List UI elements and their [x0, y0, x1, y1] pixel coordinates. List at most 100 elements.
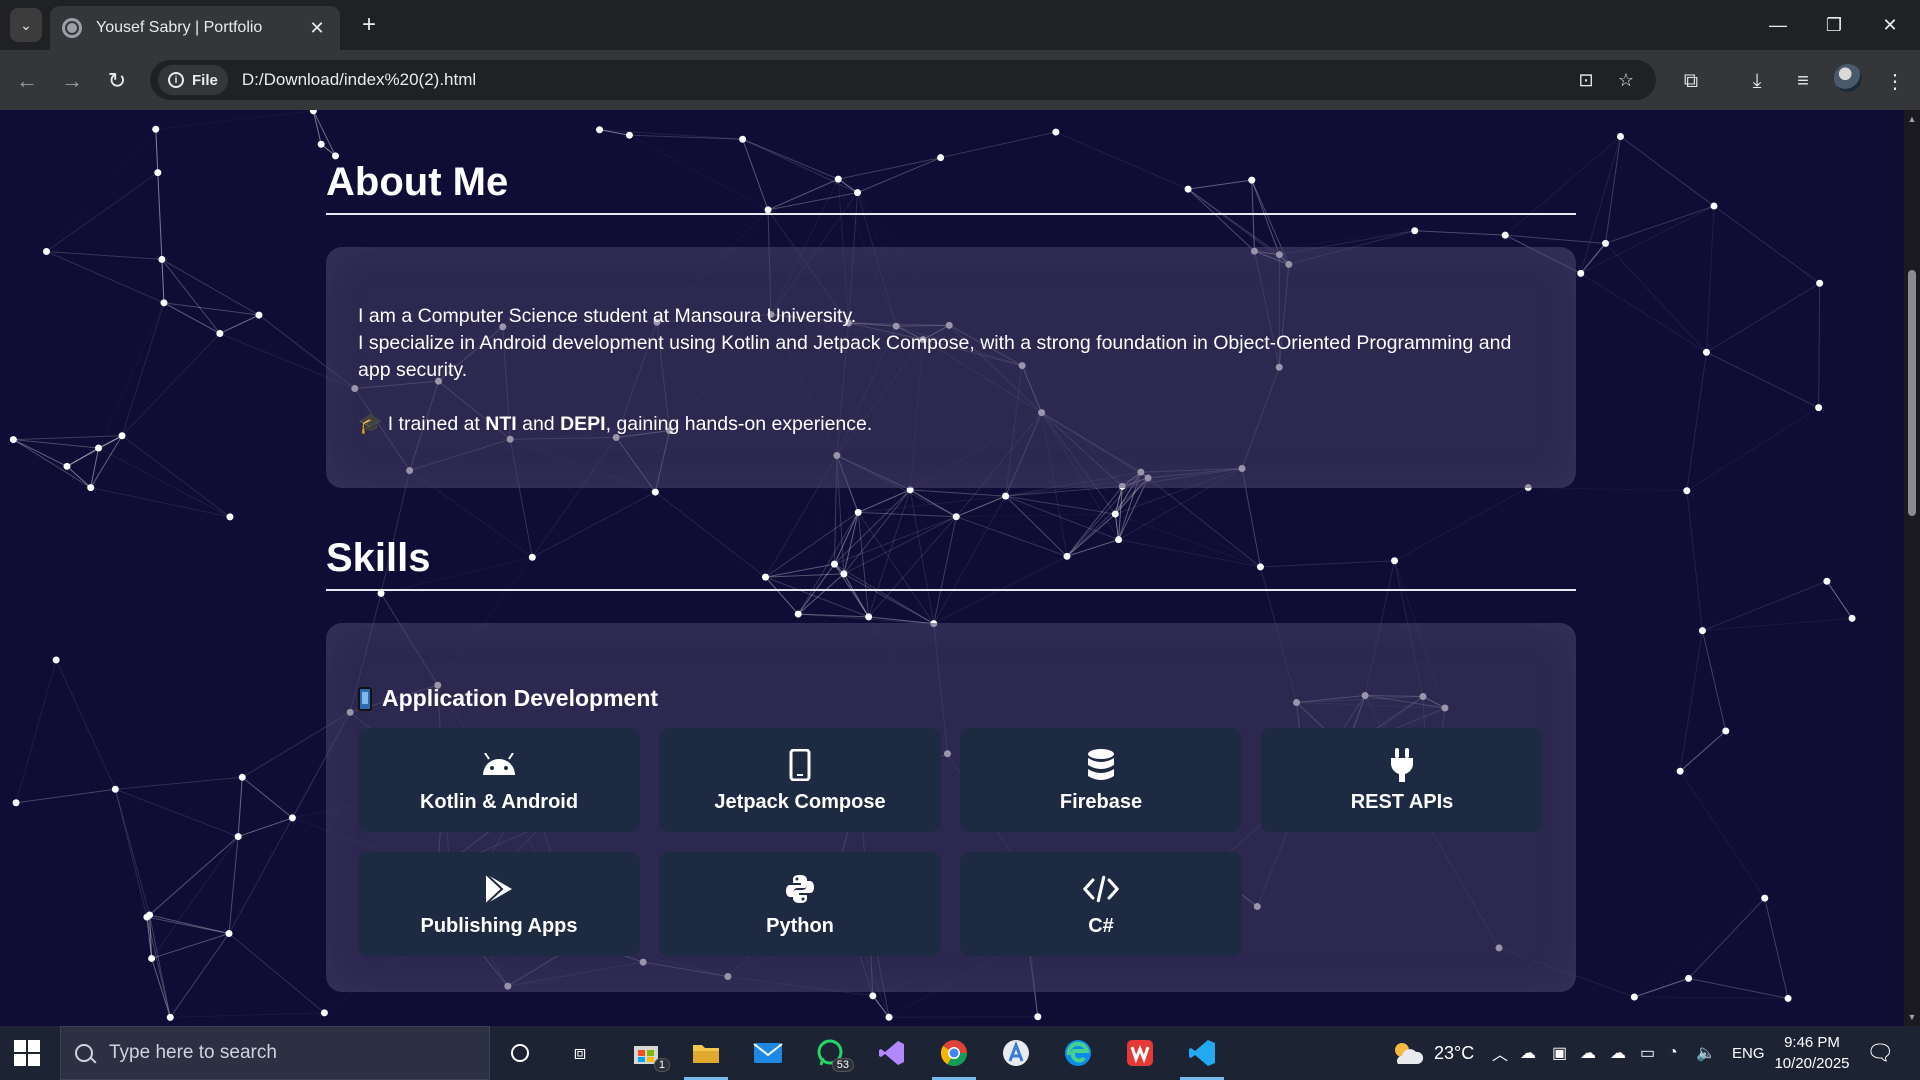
- globe-icon: [62, 18, 82, 38]
- network-node: [1761, 894, 1769, 902]
- network-node: [238, 773, 246, 781]
- clock-date: 10/20/2025: [1774, 1055, 1850, 1072]
- language-indicator[interactable]: ENG: [1732, 1026, 1765, 1080]
- vscode-icon[interactable]: [1180, 1036, 1224, 1080]
- network-node: [52, 656, 60, 664]
- notifications-icon[interactable]: 🗨: [1866, 1026, 1894, 1080]
- skill-publishing-apps[interactable]: Publishing Apps: [358, 852, 640, 956]
- volume-icon[interactable]: 🔈: [1696, 1026, 1716, 1080]
- about-line-1: I am a Computer Science student at Manso…: [358, 305, 857, 327]
- meet-now-icon[interactable]: ▣: [1552, 1026, 1567, 1080]
- translate-icon[interactable]: ⊡: [1574, 68, 1598, 92]
- network-node: [1630, 993, 1638, 1001]
- google-play-icon: [481, 871, 517, 907]
- whatsapp-icon[interactable]: 53: [812, 1036, 854, 1072]
- edge-icon[interactable]: [1060, 1036, 1096, 1070]
- scrollbar-thumb[interactable]: [1908, 270, 1916, 516]
- network-node: [1577, 269, 1585, 277]
- bookmark-star-icon[interactable]: ☆: [1614, 68, 1638, 92]
- profile-avatar[interactable]: [1834, 64, 1862, 92]
- skill-python[interactable]: Python: [659, 852, 941, 956]
- skill-label: Jetpack Compose: [714, 790, 886, 813]
- org-depi: DEPI: [560, 413, 606, 435]
- weather-widget[interactable]: 23°C: [1390, 1026, 1474, 1080]
- weather-cloud-icon: [1395, 1043, 1424, 1064]
- taskbar-search[interactable]: Type here to search: [60, 1026, 490, 1080]
- network-node: [1616, 133, 1624, 141]
- skill-jetpack-compose[interactable]: Jetpack Compose: [659, 728, 941, 832]
- skill-rest-apis[interactable]: REST APIs: [1261, 728, 1543, 832]
- show-hidden-icons[interactable]: ︿: [1492, 1026, 1508, 1080]
- about-line-2: I specialize in Android development usin…: [358, 332, 1512, 381]
- page-content: About Me I am a Computer Science student…: [326, 110, 1576, 992]
- battery-icon[interactable]: ▭: [1640, 1026, 1655, 1080]
- python-icon: [782, 871, 818, 907]
- site-info-chip[interactable]: i File: [158, 65, 228, 95]
- reload-button[interactable]: ↻: [100, 64, 134, 98]
- download-icon[interactable]: ⤓: [1742, 66, 1772, 96]
- skill-kotlin-android[interactable]: Kotlin & Android: [358, 728, 640, 832]
- tab-search-button[interactable]: ⌄: [10, 8, 42, 42]
- tab-close-icon[interactable]: ✕: [306, 18, 328, 39]
- skill-firebase[interactable]: Firebase: [960, 728, 1242, 832]
- close-window-button[interactable]: ✕: [1862, 0, 1918, 50]
- address-bar[interactable]: i File D:/Download/index%20(2).html ⊡ ☆: [150, 60, 1656, 100]
- chrome-icon[interactable]: [932, 1036, 976, 1080]
- network-node: [1848, 614, 1856, 622]
- close-icon: ✕: [1882, 14, 1898, 35]
- android-studio-icon[interactable]: [998, 1036, 1034, 1070]
- wps-office-icon[interactable]: [1122, 1036, 1158, 1070]
- network-node: [216, 329, 224, 337]
- browser-toolbar: ← → ↻ i File D:/Download/index%20(2).htm…: [0, 50, 1920, 110]
- scroll-down-icon[interactable]: ▼: [1907, 1012, 1917, 1022]
- network-node: [225, 929, 233, 937]
- cortana-icon[interactable]: [502, 1036, 538, 1070]
- network-node: [309, 110, 317, 115]
- tab-title: Yousef Sabry | Portfolio: [96, 19, 263, 36]
- microsoft-store-icon[interactable]: 1: [628, 1036, 670, 1072]
- wifi-icon[interactable]: ◔: [1668, 1026, 1678, 1080]
- minimize-button[interactable]: —: [1750, 0, 1806, 50]
- media-control-icon[interactable]: ≡: [1788, 66, 1818, 96]
- new-tab-button[interactable]: +: [354, 10, 384, 40]
- network-node: [1784, 994, 1792, 1002]
- skill-csharp[interactable]: C#: [960, 852, 1242, 956]
- network-node: [148, 954, 156, 962]
- tab-strip: ⌄ Yousef Sabry | Portfolio ✕ + — ❐ ✕: [0, 0, 1920, 50]
- network-node: [1676, 767, 1684, 775]
- scroll-up-icon[interactable]: ▲: [1907, 114, 1917, 124]
- windows-taskbar: Type here to search ⧈ 1 53 23°C ︿ ☁ ▣ ☁ …: [0, 1026, 1920, 1080]
- training-and: and: [516, 413, 561, 435]
- task-view-icon[interactable]: ⧈: [562, 1036, 598, 1070]
- skill-label: Python: [766, 914, 834, 937]
- onedrive-icon[interactable]: ☁: [1580, 1026, 1596, 1080]
- mobile-icon: [782, 747, 818, 783]
- extensions-icon[interactable]: ⧉: [1676, 66, 1706, 96]
- network-node: [143, 913, 151, 921]
- windows-start-icon[interactable]: [14, 1040, 40, 1066]
- network-node: [9, 436, 17, 444]
- network-node: [158, 255, 166, 263]
- network-node: [94, 444, 102, 452]
- whatsapp-badge: 53: [831, 1058, 854, 1072]
- restore-button[interactable]: ❐: [1806, 0, 1862, 50]
- more-menu-icon[interactable]: ⋮: [1880, 66, 1910, 96]
- restore-icon: ❐: [1825, 14, 1843, 35]
- vertical-scrollbar[interactable]: ▲ ▼: [1904, 110, 1920, 1026]
- taskbar-clock[interactable]: 9:46 PM 10/20/2025: [1766, 1032, 1858, 1074]
- about-card: I am a Computer Science student at Manso…: [326, 247, 1576, 488]
- file-explorer-icon[interactable]: [684, 1036, 728, 1080]
- network-node: [1816, 279, 1824, 287]
- forward-button[interactable]: →: [55, 64, 89, 98]
- arrow-right-icon: →: [61, 68, 83, 93]
- visual-studio-icon[interactable]: [874, 1036, 910, 1070]
- clock-time: 9:46 PM: [1784, 1034, 1840, 1051]
- mail-icon[interactable]: [750, 1036, 786, 1070]
- tab-portfolio[interactable]: Yousef Sabry | Portfolio ✕: [50, 6, 340, 50]
- category-label: Application Development: [382, 685, 659, 711]
- url-text[interactable]: D:/Download/index%20(2).html: [242, 70, 476, 90]
- cloud-icon[interactable]: ☁: [1610, 1026, 1626, 1080]
- network-node: [1685, 974, 1693, 982]
- back-button[interactable]: ←: [10, 64, 44, 98]
- onedrive-sync-icon[interactable]: ☁: [1520, 1026, 1536, 1080]
